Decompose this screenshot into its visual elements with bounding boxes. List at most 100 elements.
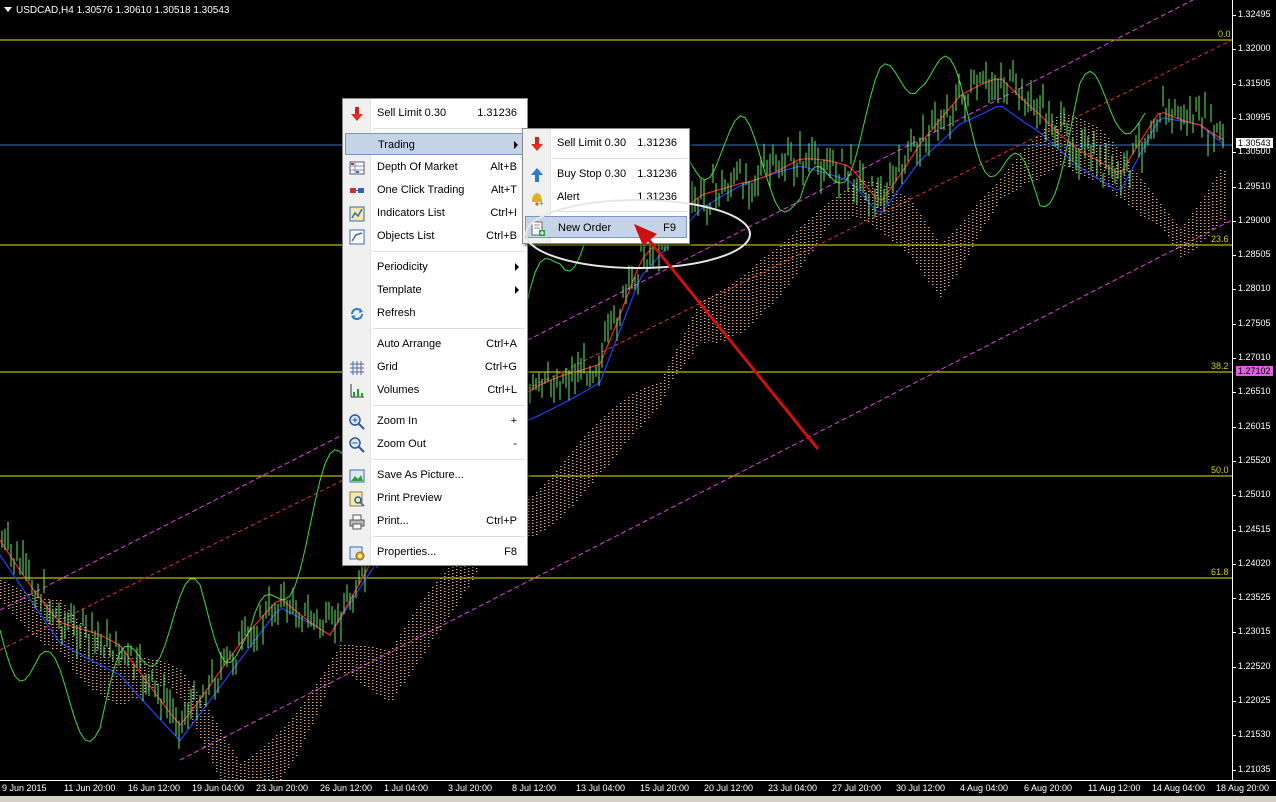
context-menu-item-indicators-list[interactable]: Indicators List Ctrl+I: [345, 202, 525, 224]
kumo-dot: [536, 501, 538, 502]
kumo-dot: [112, 688, 114, 689]
kumo-dot: [736, 287, 738, 288]
kumo-dot: [116, 703, 118, 704]
kumo-dot: [420, 615, 422, 616]
kumo-dot: [940, 281, 942, 282]
kumo-dot: [100, 693, 102, 694]
kumo-dot: [700, 331, 702, 332]
price-tick-label: 1.26510: [1232, 386, 1271, 396]
kumo-dot: [964, 253, 966, 254]
kumo-dot: [136, 670, 138, 671]
context-menu-item-refresh[interactable]: Refresh: [345, 302, 525, 324]
kumo-dot: [652, 412, 654, 413]
kumo-dot: [1136, 203, 1138, 204]
kumo-dot: [100, 684, 102, 685]
context-menu-item-sell-limit-0-30[interactable]: Sell Limit 0.30 1.31236: [345, 102, 525, 124]
context-menu-item-print-preview[interactable]: Print Preview: [345, 487, 525, 509]
kumo-dot: [704, 333, 706, 334]
context-menu-item-save-as-picture[interactable]: Save As Picture...: [345, 464, 525, 486]
kumo-dot: [1128, 183, 1130, 184]
kumo-dot: [1052, 163, 1054, 164]
kumo-dot: [600, 462, 602, 463]
price-axis[interactable]: 1.32495 1.32000 1.31505 1.30995 1.30500 1.295…: [1232, 0, 1276, 780]
context-menu-item-depth-of-market[interactable]: Depth Of Market Alt+B: [345, 156, 525, 178]
kumo-dot: [1208, 220, 1210, 221]
kumo-dot: [1224, 180, 1226, 181]
kumo-dot: [592, 443, 594, 444]
context-menu-item-auto-arrange[interactable]: Auto Arrange Ctrl+A: [345, 333, 525, 355]
context-menu-item-zoom-in[interactable]: Zoom In +: [345, 410, 525, 432]
kumo-dot: [44, 623, 46, 624]
kumo-dot: [136, 688, 138, 689]
kumo-dot: [640, 390, 642, 391]
kumo-dot: [1176, 227, 1178, 228]
price-chart[interactable]: [0, 0, 1232, 780]
kumo-dot: [444, 579, 446, 580]
kumo-dot: [924, 230, 926, 231]
kumo-dot: [232, 756, 234, 757]
kumo-dot: [1064, 147, 1066, 148]
kumo-dot: [1192, 249, 1194, 250]
kumo-dot: [1048, 134, 1050, 135]
kumo-dot: [48, 614, 50, 615]
kumo-dot: [768, 261, 770, 262]
context-menu-item-volumes[interactable]: Volumes Ctrl+L: [345, 379, 525, 401]
time-tick-label: 11 Aug 12:00: [1088, 783, 1141, 793]
chart-menu-triangle-icon[interactable]: [4, 7, 12, 12]
kumo-dot: [68, 637, 70, 638]
kumo-dot: [1156, 199, 1158, 200]
time-axis[interactable]: 9 Jun 2015 11 Jun 20:00 16 Jun 12:00 19 Jun…: [0, 780, 1276, 797]
kumo-dot: [740, 302, 742, 303]
kumo-dot: [440, 629, 442, 630]
kumo-dot: [1148, 215, 1150, 216]
kumo-dot: [228, 747, 230, 748]
context-menu-item-periodicity[interactable]: Periodicity: [345, 256, 525, 278]
kumo-dot: [912, 203, 914, 204]
kumo-dot: [1212, 225, 1214, 226]
kumo-dot: [900, 221, 902, 222]
context-menu-item-template[interactable]: Template: [345, 279, 525, 301]
kumo-dot: [640, 393, 642, 394]
context-menu-item-trading[interactable]: Trading: [345, 133, 525, 155]
kumo-dot: [732, 311, 734, 312]
context-menu-item-one-click-trading[interactable]: One Click Trading Alt+T: [345, 179, 525, 201]
chart-tabs-strip[interactable]: [0, 796, 1276, 802]
context-menu-item-zoom-out[interactable]: Zoom Out -: [345, 433, 525, 455]
kumo-dot: [1136, 173, 1138, 174]
kumo-dot: [372, 689, 374, 690]
kumo-dot: [1144, 195, 1146, 196]
kumo-dot: [908, 252, 910, 253]
kumo-dot: [796, 246, 798, 247]
kumo-dot: [444, 606, 446, 607]
kumo-dot: [416, 630, 418, 631]
kumo-dot: [316, 714, 318, 715]
kumo-dot: [596, 445, 598, 446]
kumo-dot: [532, 532, 534, 533]
kumo-dot: [1000, 194, 1002, 195]
kumo-dot: [572, 472, 574, 473]
kumo-dot: [980, 230, 982, 231]
kumo-dot: [728, 296, 730, 297]
kumo-dot: [340, 666, 342, 667]
kumo-dot: [604, 437, 606, 438]
kumo-dot: [1016, 162, 1018, 163]
kumo-dot: [552, 487, 554, 488]
chart-area[interactable]: USDCAD,H4 1.30576 1.30610 1.30518 1.3054…: [0, 0, 1232, 780]
kumo-dot: [1112, 148, 1114, 149]
kumo-dot: [548, 495, 550, 496]
kumo-dot: [1092, 155, 1094, 156]
context-menu-item-grid[interactable]: Grid Ctrl+G: [345, 356, 525, 378]
kumo-dot: [688, 346, 690, 347]
kumo-dot: [32, 628, 34, 629]
price-tick-label: 1.21530: [1232, 729, 1271, 739]
kumo-dot: [244, 767, 246, 768]
context-menu-item-objects-list[interactable]: Objects List Ctrl+B: [345, 225, 525, 247]
kumo-dot: [444, 621, 446, 622]
kumo-dot: [1224, 186, 1226, 187]
kumo-dot: [936, 287, 938, 288]
kumo-dot: [56, 642, 58, 643]
context-menu-item-print[interactable]: Print... Ctrl+P: [345, 510, 525, 532]
kumo-dot: [300, 713, 302, 714]
kumo-dot: [276, 762, 278, 763]
kumo-dot: [292, 751, 294, 752]
